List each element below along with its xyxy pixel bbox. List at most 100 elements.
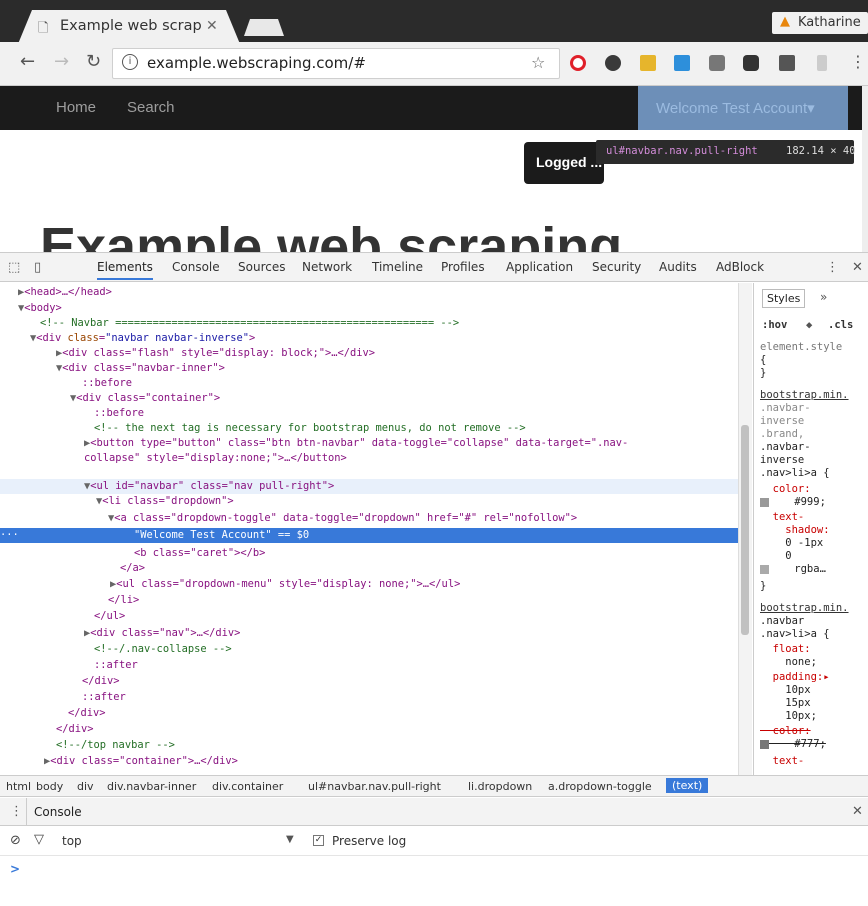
- style-property-overridden[interactable]: color:: [760, 725, 811, 738]
- style-property[interactable]: float:: [760, 643, 811, 656]
- close-devtools-icon[interactable]: ✕: [852, 260, 863, 275]
- extension-icon[interactable]: [640, 55, 656, 71]
- style-property[interactable]: padding:▸: [760, 671, 830, 684]
- style-value: 0: [760, 550, 792, 562]
- tab-network[interactable]: Network: [302, 260, 352, 274]
- style-value-overridden: #777;: [760, 738, 826, 751]
- dom-comment: <!-- the next tag is necessary for boots…: [94, 422, 526, 434]
- welcome-label: Welcome Test Account▾: [656, 100, 815, 117]
- dom-comment: <!-- Navbar ============================…: [40, 317, 460, 329]
- dom-line[interactable]: ▶<div class="container">…</div>: [44, 754, 238, 769]
- info-icon[interactable]: i: [122, 54, 138, 70]
- dom-line[interactable]: ▶<ul class="dropdown-menu" style="displa…: [110, 577, 460, 592]
- clear-console-icon[interactable]: ⊘: [10, 833, 21, 848]
- console-output[interactable]: >: [0, 856, 868, 906]
- evernote-extension-icon[interactable]: [605, 55, 621, 71]
- profile-name: Katharine: [798, 15, 861, 30]
- welcome-dropdown[interactable]: Welcome Test Account▾: [638, 86, 848, 130]
- inspect-overlay-tooltip: ul#navbar.nav.pull-right 182.14 × 40: [596, 140, 856, 164]
- style-value[interactable]: #999;: [760, 496, 826, 509]
- dom-line[interactable]: ▼<a class="dropdown-toggle" data-toggle=…: [108, 511, 577, 526]
- style-property[interactable]: text-: [760, 511, 805, 524]
- dom-line[interactable]: ▼<div class="navbar navbar-inverse">: [30, 331, 255, 346]
- dom-line[interactable]: ▼<body>: [18, 301, 62, 316]
- drawer-tab-console[interactable]: Console: [34, 805, 82, 819]
- breadcrumb-item[interactable]: div: [77, 780, 94, 793]
- nav-home-link[interactable]: Home: [56, 99, 96, 116]
- tab-security[interactable]: Security: [592, 260, 641, 274]
- console-drawer-header: ⋮ Console ✕: [0, 798, 868, 826]
- extension-icon[interactable]: [674, 55, 690, 71]
- hover-state-toggle[interactable]: :hov: [762, 319, 787, 332]
- tab-adblock[interactable]: AdBlock: [716, 260, 764, 274]
- dom-line[interactable]: ▶<div class="nav">…</div>: [84, 626, 240, 641]
- tab-console[interactable]: Console: [172, 260, 220, 274]
- breadcrumb-item[interactable]: li.dropdown: [468, 780, 532, 793]
- breadcrumb-item-selected[interactable]: (text): [666, 778, 709, 793]
- dom-line[interactable]: ▶<button type="button" class="btn btn-na…: [84, 436, 628, 451]
- profile-button[interactable]: ▲ Katharine: [772, 12, 868, 34]
- more-tabs-icon[interactable]: »: [820, 291, 827, 304]
- style-selector: inverse: [760, 415, 805, 427]
- extension-icon[interactable]: [817, 55, 827, 71]
- stylesheet-link[interactable]: bootstrap.min.: [760, 389, 849, 402]
- nav-search-link[interactable]: Search: [127, 99, 175, 116]
- dom-line[interactable]: ▼<ul id="navbar" class="nav pull-right">: [84, 479, 334, 494]
- dom-line[interactable]: ▼<div class="navbar-inner">: [56, 361, 225, 376]
- style-property[interactable]: color:: [760, 483, 811, 496]
- tab-application[interactable]: Application: [506, 260, 573, 274]
- close-tab-icon[interactable]: ✕: [206, 18, 218, 34]
- elements-scrollbar-thumb[interactable]: [741, 425, 749, 635]
- menu-icon[interactable]: ⋮: [850, 52, 866, 72]
- tab-profiles[interactable]: Profiles: [441, 260, 485, 274]
- breadcrumb-item[interactable]: body: [36, 780, 63, 793]
- breadcrumb-item[interactable]: a.dropdown-toggle: [548, 780, 652, 793]
- tab-sources[interactable]: Sources: [238, 260, 285, 274]
- dom-line: collapse" style="display:none;">…</butto…: [84, 452, 347, 464]
- elements-tree[interactable]: ··· "Welcome Test Account" == $0 ▶<head>…: [0, 283, 752, 775]
- devtools-menu-icon[interactable]: ⋮: [826, 260, 839, 275]
- dom-line[interactable]: ▶<div class="flash" style="display: bloc…: [56, 346, 375, 361]
- style-selector: .navbar: [760, 615, 805, 627]
- context-selector[interactable]: top: [62, 834, 82, 848]
- stylesheet-link[interactable]: bootstrap.min.: [760, 602, 849, 615]
- page-scrollbar[interactable]: [862, 86, 868, 252]
- forward-icon[interactable]: →: [54, 52, 69, 72]
- styles-tab[interactable]: Styles: [762, 289, 806, 308]
- warning-icon: ▲: [780, 14, 790, 29]
- style-selector: .navbar-: [760, 441, 811, 453]
- console-prompt[interactable]: >: [10, 862, 20, 876]
- extension-icon[interactable]: [709, 55, 725, 71]
- extension-icon[interactable]: [779, 55, 795, 71]
- breadcrumb-item[interactable]: ul#navbar.nav.pull-right: [308, 780, 441, 793]
- dom-line[interactable]: ▶<head>…</head>: [18, 285, 112, 300]
- filter-icon[interactable]: ▽: [34, 832, 44, 847]
- class-toggle[interactable]: .cls: [828, 319, 853, 332]
- breadcrumb-item[interactable]: div.container: [212, 780, 283, 793]
- dom-line[interactable]: ▼<li class="dropdown">: [96, 494, 234, 509]
- browser-toolbar: ← → ↻ i example.webscraping.com/# ☆ ⋮: [0, 42, 868, 86]
- dom-line[interactable]: ▼<div class="container">: [70, 391, 220, 406]
- preserve-log-checkbox[interactable]: ✓: [313, 835, 324, 846]
- browser-tab[interactable]: 🗋 Example web scrap ✕: [18, 10, 240, 44]
- close-drawer-icon[interactable]: ✕: [852, 804, 863, 819]
- tab-audits[interactable]: Audits: [659, 260, 697, 274]
- extension-icon[interactable]: [743, 55, 759, 71]
- selected-node-highlight[interactable]: ··· "Welcome Test Account" == $0: [0, 528, 738, 543]
- reload-icon[interactable]: ↻: [86, 52, 101, 72]
- new-tab-button[interactable]: [244, 19, 284, 36]
- color-format-icon[interactable]: ◆: [806, 319, 812, 332]
- drawer-menu-icon[interactable]: ⋮: [10, 804, 23, 819]
- bookmark-star-icon[interactable]: ☆: [531, 53, 545, 72]
- opera-extension-icon[interactable]: [570, 55, 586, 71]
- breadcrumb-item[interactable]: div.navbar-inner: [107, 780, 196, 793]
- chevron-down-icon[interactable]: ▼: [286, 834, 294, 845]
- inspect-element-icon[interactable]: ⬚: [8, 260, 20, 275]
- address-bar[interactable]: i example.webscraping.com/# ☆: [112, 48, 560, 79]
- tab-elements[interactable]: Elements: [97, 260, 153, 280]
- device-toolbar-icon[interactable]: ▯: [34, 260, 41, 275]
- back-icon[interactable]: ←: [20, 52, 35, 72]
- tab-timeline[interactable]: Timeline: [372, 260, 423, 274]
- breadcrumb-item[interactable]: html: [6, 780, 31, 793]
- ellipsis-icon[interactable]: ···: [0, 528, 19, 543]
